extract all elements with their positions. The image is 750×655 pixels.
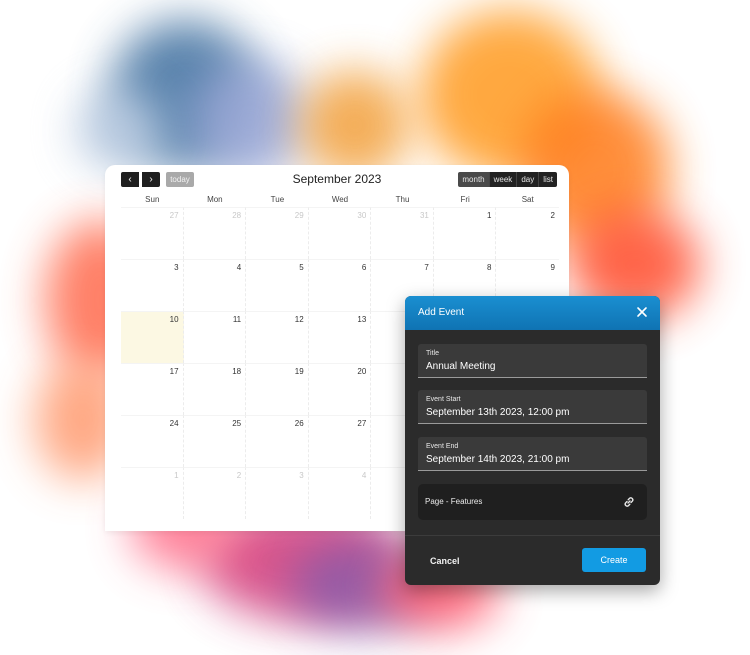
weekday-label: Mon	[207, 195, 223, 204]
day-cell[interactable]: 20	[308, 363, 372, 415]
day-number: 8	[486, 263, 492, 272]
day-number: 30	[357, 211, 367, 220]
day-number: 6	[361, 263, 367, 272]
weekday-label: Wed	[331, 195, 349, 204]
calendar-toolbar: ‹ › today September 2023 month week day …	[105, 165, 569, 195]
day-cell[interactable]: 17	[121, 363, 184, 415]
create-button[interactable]: Create	[582, 548, 646, 572]
day-cell[interactable]: 3	[121, 259, 184, 311]
day-cell[interactable]: 19	[246, 363, 309, 415]
day-cell[interactable]: 1	[433, 207, 497, 259]
cancel-button[interactable]: Cancel	[430, 551, 460, 571]
day-view-button[interactable]: day	[516, 172, 539, 187]
day-cell[interactable]: 31	[371, 207, 434, 259]
day-number: 31	[419, 211, 429, 220]
event-end-field[interactable]: Event End September 14th 2023, 21:00 pm	[418, 437, 647, 471]
day-cell[interactable]: 18	[183, 363, 247, 415]
day-cell[interactable]: 1	[121, 467, 184, 519]
event-start-field[interactable]: Event Start September 13th 2023, 12:00 p…	[418, 390, 647, 424]
day-number: 12	[294, 315, 304, 324]
day-number: 28	[232, 211, 242, 220]
event-end-value: September 14th 2023, 21:00 pm	[426, 454, 570, 465]
view-switcher: month week day list	[458, 172, 557, 187]
day-number: 19	[294, 367, 304, 376]
day-number: 5	[299, 263, 304, 272]
weekday-header: Sun Mon Tue Wed Thu Fri Sat	[121, 193, 559, 207]
close-icon[interactable]	[635, 305, 649, 319]
add-event-dialog: Add Event Title Annual Meeting Event Sta…	[405, 296, 660, 585]
weekday-label: Thu	[395, 195, 410, 204]
day-number: 27	[357, 419, 367, 428]
event-end-label: Event End	[426, 443, 459, 450]
day-number: 9	[550, 263, 555, 272]
day-number: 25	[232, 419, 242, 428]
day-cell[interactable]: 29	[246, 207, 309, 259]
day-number: 7	[424, 263, 429, 272]
day-number: 3	[174, 263, 179, 272]
day-number: 13	[357, 315, 367, 324]
day-number: 2	[550, 211, 555, 220]
weekday-label: Tue	[270, 195, 285, 204]
day-number: 3	[299, 471, 304, 480]
event-start-label: Event Start	[426, 396, 461, 403]
day-cell[interactable]: 3	[246, 467, 309, 519]
title-field-label: Title	[426, 350, 439, 357]
day-cell[interactable]: 12	[246, 311, 309, 363]
day-number: 2	[236, 471, 242, 480]
today-cell[interactable]: 10	[121, 311, 184, 363]
page-link-label: Page - Features	[425, 497, 483, 506]
day-number: 18	[232, 367, 242, 376]
day-cell[interactable]: 26	[246, 415, 309, 467]
day-number: 27	[169, 211, 179, 220]
weekday-label: Fri	[460, 195, 470, 204]
day-cell[interactable]: 27	[308, 415, 372, 467]
page-link-field[interactable]: Page - Features	[418, 484, 647, 520]
day-number: 26	[294, 419, 304, 428]
day-number: 24	[169, 419, 179, 428]
day-cell[interactable]: 4	[308, 467, 372, 519]
dialog-header: Add Event	[405, 296, 660, 330]
dialog-title: Add Event	[418, 307, 465, 318]
link-icon[interactable]	[622, 495, 636, 509]
week-row: 27 28 29 30 31 1 2	[121, 207, 559, 259]
month-view-button[interactable]: month	[458, 172, 489, 187]
day-cell[interactable]: 30	[308, 207, 372, 259]
title-field-value: Annual Meeting	[426, 361, 496, 372]
day-cell[interactable]: 5	[246, 259, 309, 311]
weekday-label: Sun	[145, 195, 160, 204]
list-view-button[interactable]: list	[538, 172, 557, 187]
day-number: 17	[169, 367, 179, 376]
day-cell[interactable]: 2	[496, 207, 559, 259]
day-cell[interactable]: 25	[183, 415, 247, 467]
day-cell[interactable]: 4	[183, 259, 247, 311]
day-cell[interactable]: 11	[183, 311, 247, 363]
week-view-button[interactable]: week	[488, 172, 517, 187]
day-number: 20	[357, 367, 367, 376]
day-number: 1	[174, 471, 179, 480]
day-number: 4	[236, 263, 242, 272]
day-cell[interactable]: 28	[183, 207, 247, 259]
day-number: 1	[486, 211, 492, 220]
day-number: 10	[169, 315, 179, 324]
weekday-label: Sat	[521, 195, 534, 204]
day-number: 11	[232, 315, 242, 324]
day-cell[interactable]: 24	[121, 415, 184, 467]
day-cell[interactable]: 2	[183, 467, 247, 519]
event-start-value: September 13th 2023, 12:00 pm	[426, 407, 570, 418]
day-number: 29	[294, 211, 304, 220]
day-cell[interactable]: 6	[308, 259, 372, 311]
day-cell[interactable]: 13	[308, 311, 372, 363]
dialog-divider	[405, 535, 660, 536]
title-field[interactable]: Title Annual Meeting	[418, 344, 647, 378]
day-number: 4	[361, 471, 367, 480]
day-cell[interactable]: 27	[121, 207, 184, 259]
